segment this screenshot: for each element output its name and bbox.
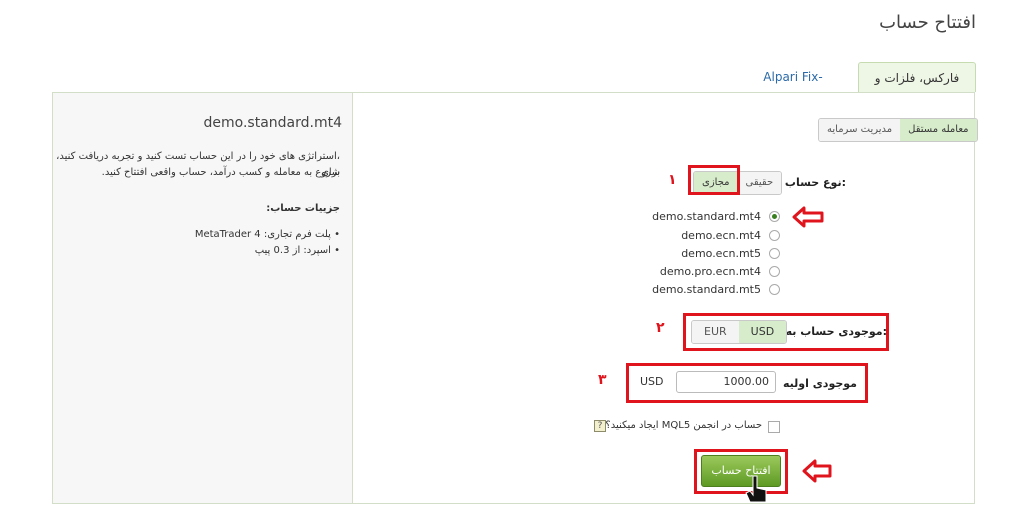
- account-type-label: نوع حساب:: [784, 176, 846, 189]
- radio-icon: [769, 283, 780, 295]
- annotation-box-1: [688, 165, 740, 195]
- tab-forex-metals-cfd[interactable]: فارکس، فلزات و CFD: [858, 62, 976, 115]
- open-account-form: [352, 92, 975, 504]
- radio-icon: [769, 247, 780, 259]
- mode-toggle: مدیریت سرمایه معامله مستقل: [818, 118, 978, 142]
- help-icon[interactable]: ?: [594, 420, 606, 432]
- radio-server-1[interactable]: demo.ecn.mt4: [681, 226, 780, 244]
- radio-server-0[interactable]: demo.standard.mt4: [652, 207, 780, 225]
- annotation-box-2: [683, 313, 889, 351]
- sidebar-details-heading: جزییات حساب:: [266, 203, 340, 214]
- tab-alpari-fix-contracts[interactable]: Alpari Fix-Contracts: [730, 62, 856, 114]
- annotation-number-3: ۳: [598, 372, 607, 388]
- radio-icon: [769, 229, 780, 241]
- page-title: افتتاح حساب: [879, 12, 976, 33]
- radio-selected-icon: [769, 210, 780, 222]
- account-info-panel: demo.standard.mt4 ،استراتژی های خود را د…: [52, 92, 352, 504]
- mode-option-independent[interactable]: معامله مستقل: [900, 119, 977, 141]
- hand-cursor-icon: [745, 475, 767, 503]
- sidebar-detail-platform: • پلت فرم تجاری: MetaTrader 4: [194, 229, 340, 240]
- radio-server-4[interactable]: demo.standard.mt5: [652, 280, 780, 298]
- radio-server-2[interactable]: demo.ecn.mt5: [681, 244, 780, 262]
- sidebar-description-2: شروع به معامله و کسب درآمد، حساب واقعی ا…: [101, 167, 340, 178]
- annotation-arrow-icon: [802, 459, 832, 483]
- mql5-checkbox[interactable]: [768, 421, 780, 433]
- mode-option-fund-management[interactable]: مدیریت سرمایه: [819, 119, 901, 141]
- mql5-label: حساب در انجمن MQL5 ایجاد میکنید؟: [605, 420, 762, 431]
- account-type-real[interactable]: حقیقی: [737, 172, 782, 194]
- annotation-box-3: [626, 363, 868, 403]
- annotation-number-2: ۲: [656, 320, 665, 336]
- annotation-number-1: ۱: [668, 172, 677, 188]
- sidebar-detail-spread: • اسپرد: از 0.3 پیپ: [254, 245, 340, 256]
- radio-icon: [769, 265, 780, 277]
- radio-server-3[interactable]: demo.pro.ecn.mt4: [660, 262, 780, 280]
- annotation-box-submit: [694, 449, 788, 494]
- annotation-arrow-icon: [792, 206, 824, 228]
- sidebar-title: demo.standard.mt4: [203, 115, 343, 131]
